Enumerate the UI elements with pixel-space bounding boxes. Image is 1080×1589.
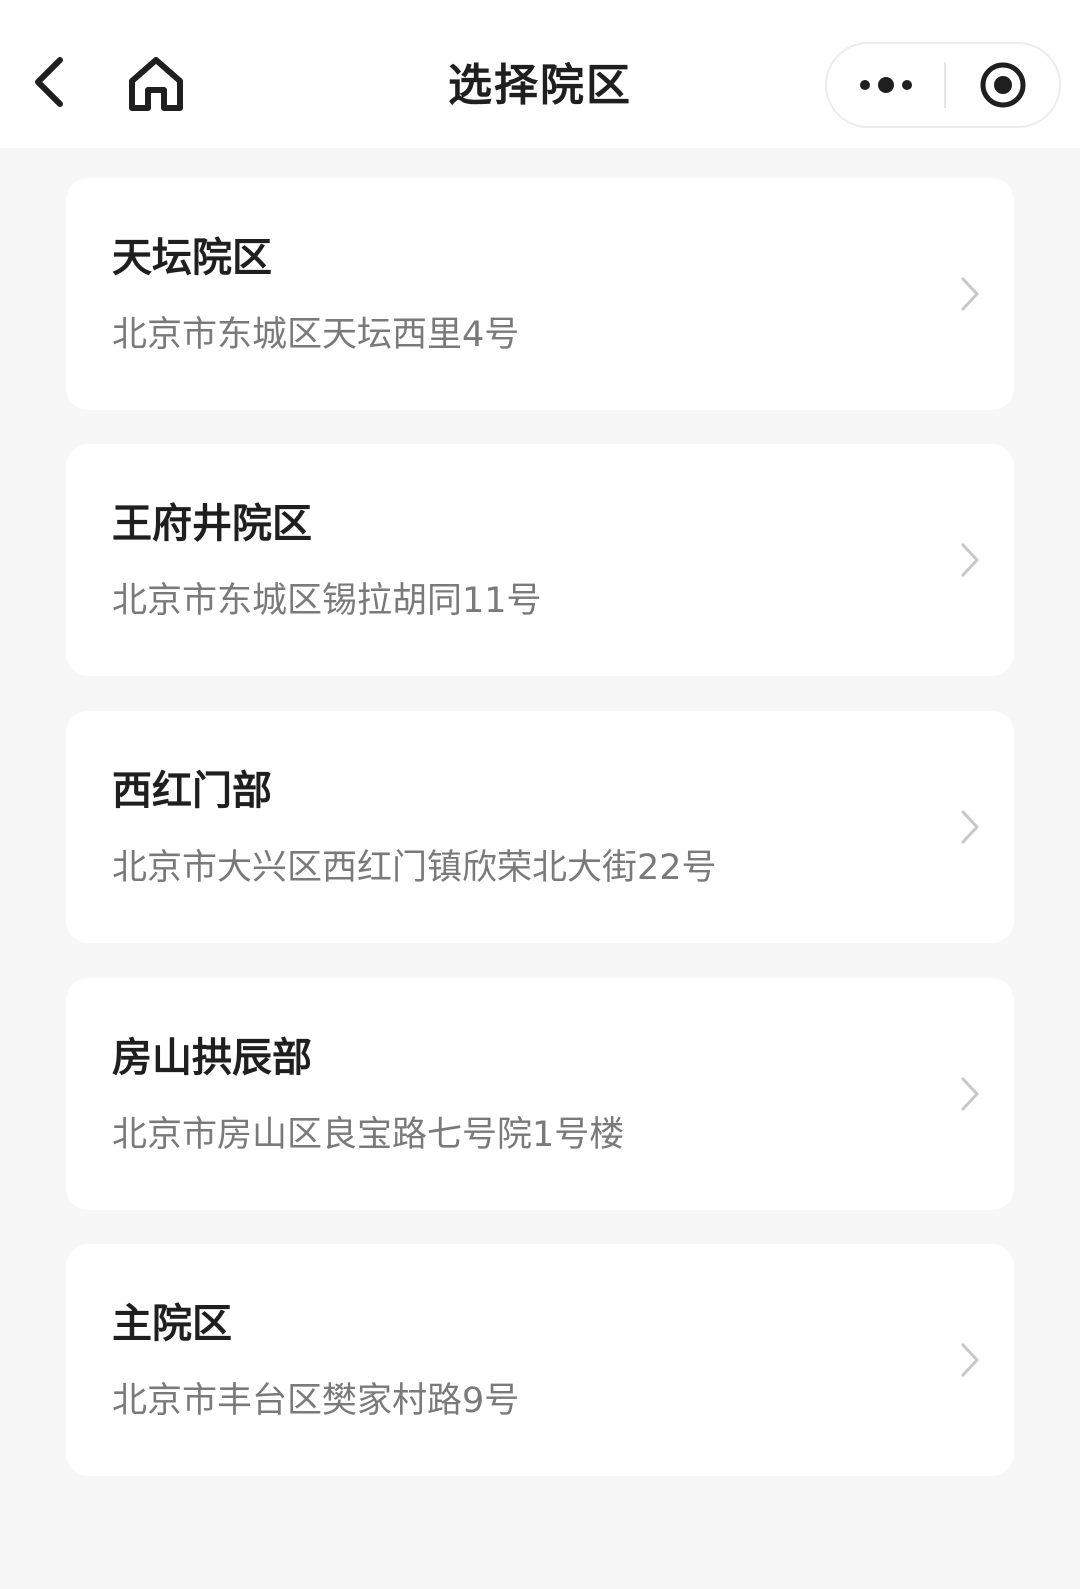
campus-name: 房山拱辰部 (112, 1035, 312, 1081)
close-target-icon (980, 62, 1025, 108)
chevron-right-icon (950, 807, 990, 847)
campus-card[interactable]: 天坛院区 北京市东城区天坛西里4号 (66, 178, 1014, 410)
chevron-right-icon (950, 540, 990, 580)
back-button[interactable] (22, 50, 78, 114)
campus-card[interactable]: 房山拱辰部 北京市房山区良宝路七号院1号楼 (66, 978, 1014, 1210)
campus-name: 王府井院区 (112, 501, 312, 547)
home-icon (129, 57, 183, 111)
more-dots-icon (859, 77, 912, 93)
campus-name: 天坛院区 (112, 235, 272, 281)
page-title: 选择院区 (448, 60, 632, 111)
chevron-left-icon (35, 57, 63, 107)
navigation-bar: 选择院区 (0, 0, 1080, 148)
campus-name: 西红门部 (112, 768, 272, 814)
campus-address: 北京市东城区锡拉胡同11号 (112, 581, 542, 621)
mini-program-capsule (825, 42, 1061, 128)
campus-card[interactable]: 主院区 北京市丰台区樊家村路9号 (66, 1244, 1014, 1476)
campus-address: 北京市大兴区西红门镇欣荣北大街22号 (112, 848, 717, 888)
chevron-right-icon (950, 274, 990, 314)
close-button[interactable] (946, 44, 1059, 126)
home-button[interactable] (118, 48, 194, 120)
campus-card[interactable]: 西红门部 北京市大兴区西红门镇欣荣北大街22号 (66, 711, 1014, 943)
campus-address: 北京市东城区天坛西里4号 (112, 315, 520, 355)
campus-card[interactable]: 王府井院区 北京市东城区锡拉胡同11号 (66, 444, 1014, 676)
chevron-right-icon (950, 1074, 990, 1114)
chevron-right-icon (950, 1340, 990, 1380)
campus-address: 北京市丰台区樊家村路9号 (112, 1381, 520, 1421)
more-button[interactable] (827, 44, 944, 126)
campus-address: 北京市房山区良宝路七号院1号楼 (112, 1115, 625, 1155)
campus-name: 主院区 (112, 1301, 232, 1347)
